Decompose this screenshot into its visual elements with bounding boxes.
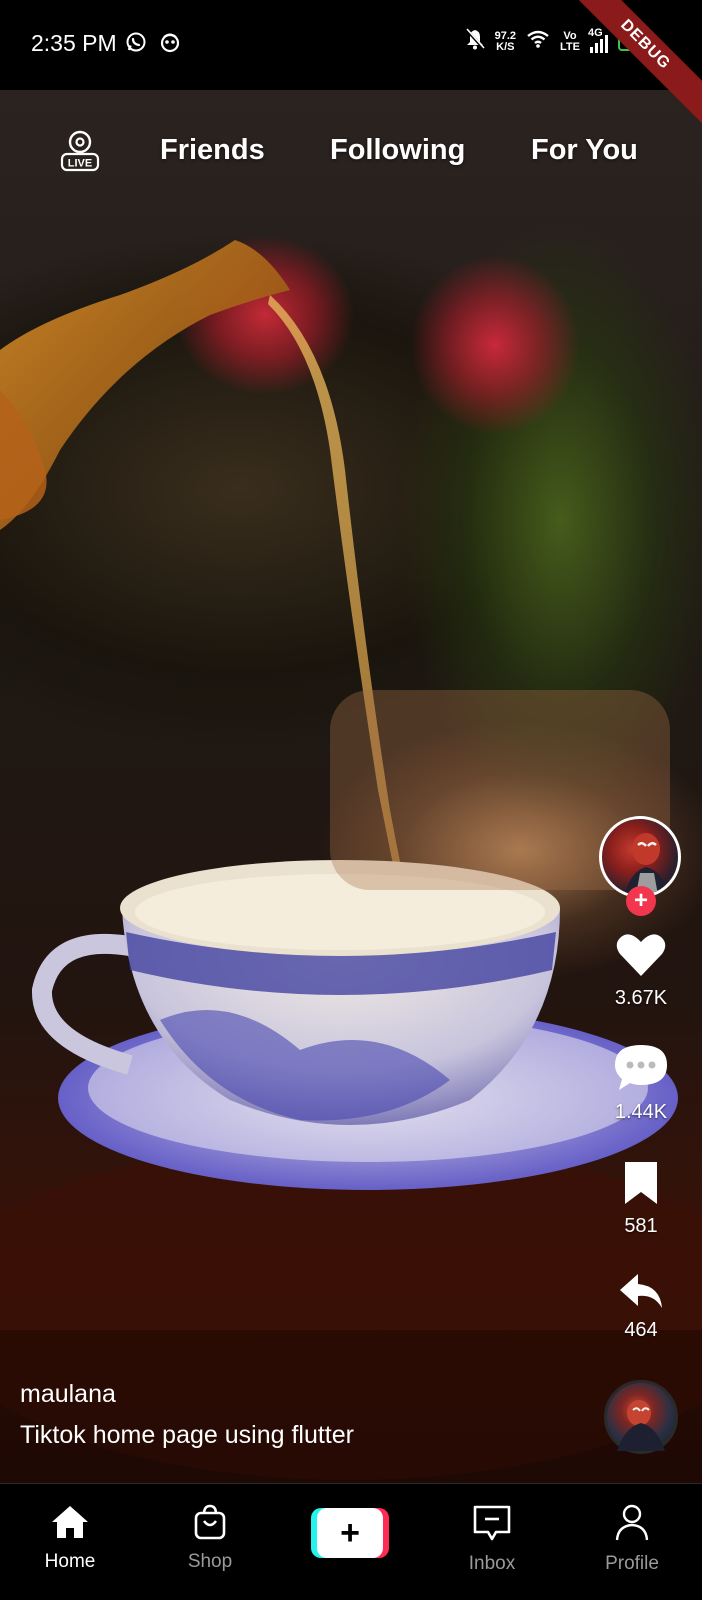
bottom-nav: Home Shop + Inbox Profile <box>0 1483 702 1600</box>
comment-action[interactable]: 1.44K <box>596 1042 686 1124</box>
share-count: 464 <box>624 1319 658 1341</box>
nav-profile[interactable]: Profile <box>577 1504 687 1575</box>
music-disc-illustration <box>617 1400 665 1451</box>
nav-shop[interactable]: Shop <box>155 1504 265 1573</box>
net-speed-value: 97.2 <box>494 29 517 42</box>
create-icon[interactable]: + <box>317 1508 383 1558</box>
username[interactable]: maulana <box>20 1380 354 1409</box>
video-description: Tiktok home page using flutter <box>20 1421 354 1449</box>
create-button[interactable]: + <box>311 1508 389 1558</box>
volte-bottom: LTE <box>560 40 580 53</box>
nav-home-label: Home <box>44 1551 96 1572</box>
tab-friends[interactable]: Friends <box>160 134 265 167</box>
save-count: 581 <box>624 1215 658 1237</box>
top-feed-tabs: LIVE Friends Following For You <box>0 130 702 190</box>
status-time: 2:35 PM <box>31 30 117 56</box>
nav-profile-label: Profile <box>605 1553 659 1574</box>
profile-icon[interactable] <box>614 1504 650 1547</box>
save-action[interactable]: 581 <box>596 1160 686 1238</box>
mute-icon <box>464 27 485 55</box>
tab-for-you[interactable]: For You <box>531 134 638 167</box>
whatsapp-icon <box>125 31 147 58</box>
net-speed-unit: K/S <box>496 40 515 53</box>
like-count: 3.67K <box>614 987 668 1009</box>
comment-icon[interactable] <box>613 1042 669 1097</box>
shop-icon[interactable] <box>193 1504 227 1545</box>
signal-icon: 4G <box>588 27 608 53</box>
video-caption: maulana Tiktok home page using flutter <box>20 1380 354 1450</box>
tiktok-home-screen: 2:35 PM 97.2 K/S Vo LTE 4G DEBUG LIVE Fr… <box>0 0 702 1600</box>
volte-indicator: Vo LTE <box>560 29 580 53</box>
home-icon[interactable] <box>50 1504 90 1545</box>
nav-inbox-label: Inbox <box>468 1553 516 1574</box>
tab-following[interactable]: Following <box>330 134 465 167</box>
wifi-icon <box>526 29 550 54</box>
volte-top: Vo <box>563 29 577 42</box>
heart-icon[interactable] <box>615 932 667 983</box>
share-icon[interactable] <box>618 1272 664 1315</box>
nav-home[interactable]: Home <box>15 1504 125 1573</box>
status-left-icons <box>125 31 181 58</box>
music-disc[interactable] <box>604 1380 678 1454</box>
net-speed: 97.2 K/S <box>494 29 517 53</box>
notification-app-icon <box>159 31 181 58</box>
nav-inbox[interactable]: Inbox <box>437 1504 547 1575</box>
live-icon[interactable]: LIVE <box>60 130 100 172</box>
share-action[interactable]: 464 <box>596 1272 686 1342</box>
network-type: 4G <box>588 26 603 39</box>
bookmark-icon[interactable] <box>623 1160 659 1211</box>
inbox-icon[interactable] <box>472 1504 512 1547</box>
comment-count: 1.44K <box>614 1101 668 1123</box>
like-action[interactable]: 3.67K <box>596 932 686 1010</box>
nav-shop-label: Shop <box>187 1551 233 1572</box>
live-label: LIVE <box>68 158 92 170</box>
follow-button[interactable]: + <box>626 886 656 916</box>
